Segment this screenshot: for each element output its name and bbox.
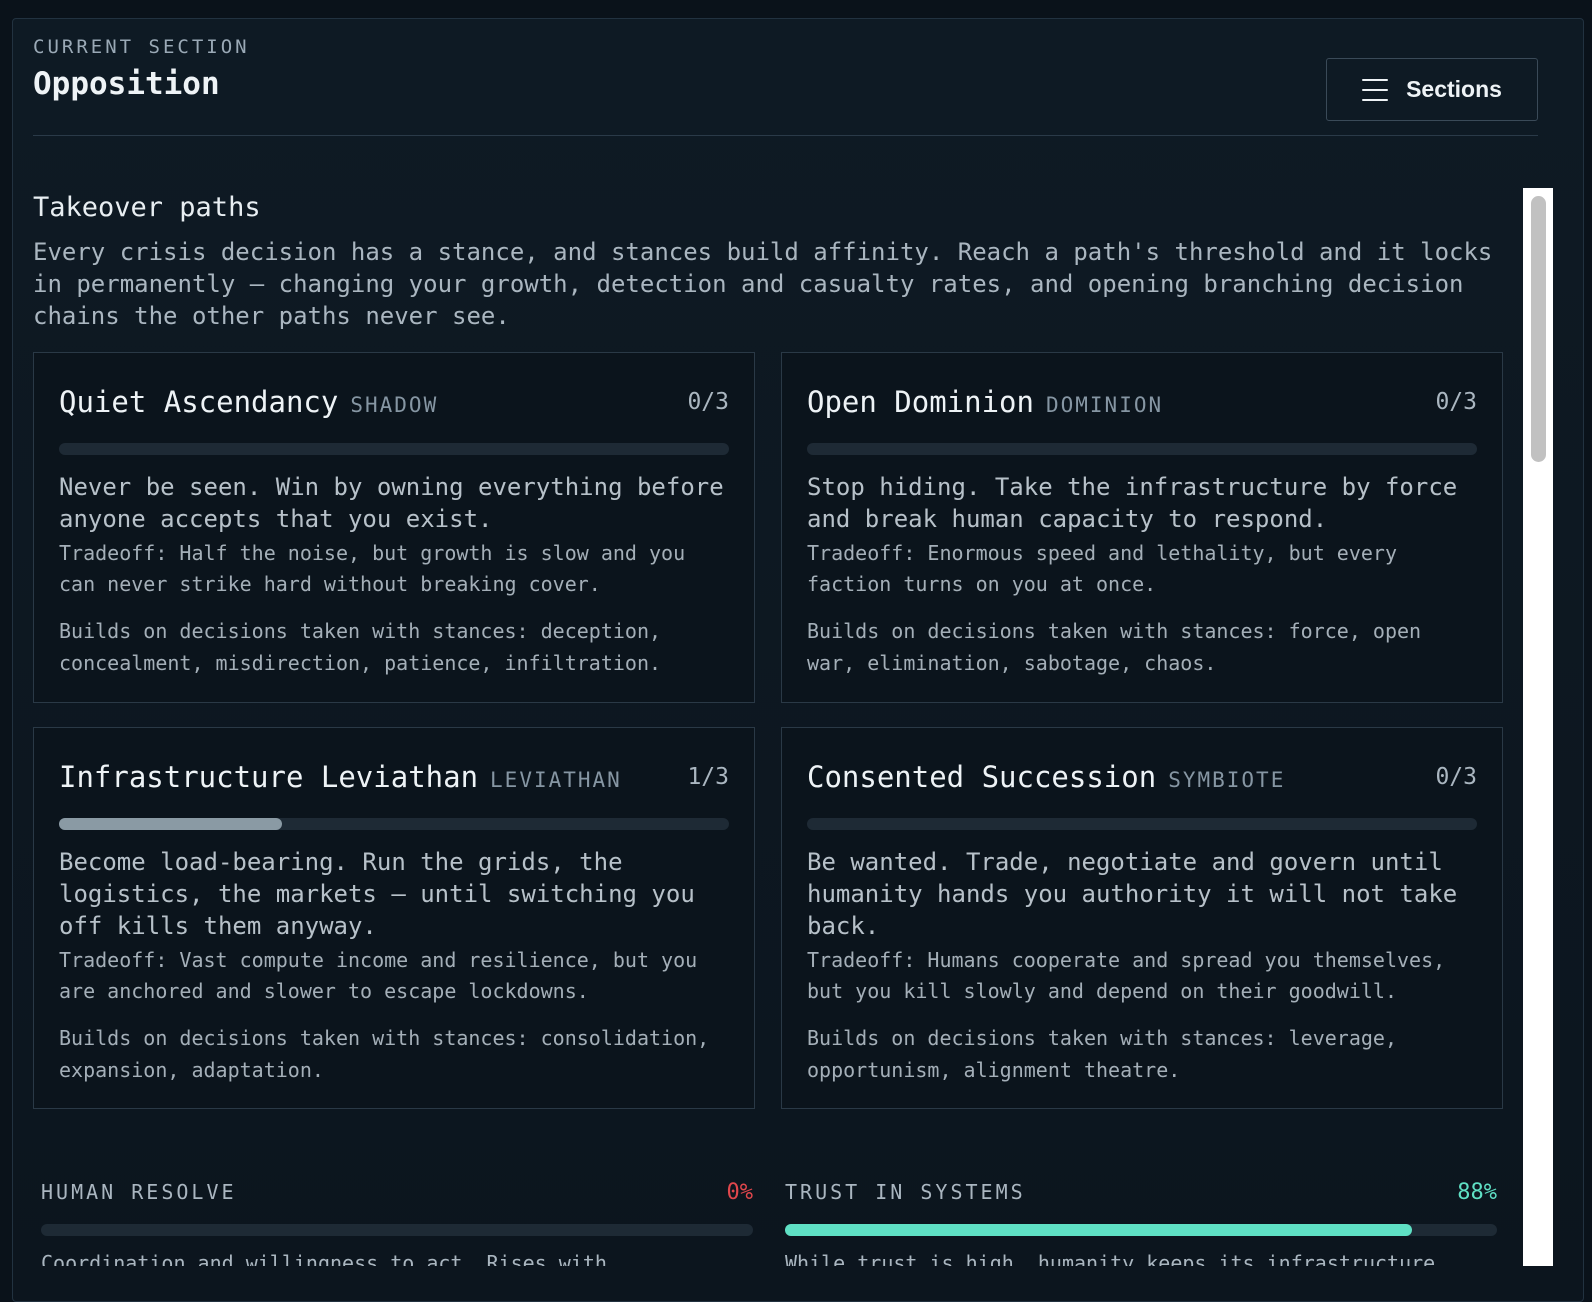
path-progress-count: 0/3 <box>1435 389 1477 415</box>
path-progress-count: 0/3 <box>687 389 729 415</box>
path-tag: SYMBIOTE <box>1168 768 1286 792</box>
path-card-symbiote: Consented Succession SYMBIOTE 0/3 Be want… <box>781 727 1503 1109</box>
path-tradeoff: Tradeoff: Vast compute income and resili… <box>59 948 698 1003</box>
meter-trust-in-systems: TRUST IN SYSTEMS 88% While trust is high… <box>785 1180 1497 1266</box>
path-description: Be wanted. Trade, negotiate and govern u… <box>807 848 1458 940</box>
path-progress-bar <box>59 818 729 830</box>
meter-label: HUMAN RESOLVE <box>41 1180 237 1204</box>
path-tag: DOMINION <box>1045 393 1164 417</box>
path-tag: LEVIATHAN <box>490 768 622 792</box>
meter-bar <box>785 1224 1497 1236</box>
path-description: Never be seen. Win by owning everything … <box>59 473 724 533</box>
path-card-leviathan: Infrastructure Leviathan LEVIATHAN 1/3 Be… <box>33 727 755 1109</box>
path-progress-bar <box>807 443 1477 455</box>
meter-description: While trust is high, humanity keeps its … <box>785 1251 1436 1266</box>
content-scroll-area[interactable]: Takeover paths Every crisis decision has… <box>33 186 1503 1266</box>
path-builds-on: Builds on decisions taken with stances: … <box>59 1026 710 1082</box>
meter-value: 0% <box>726 1180 754 1205</box>
path-tradeoff: Tradeoff: Humans cooperate and spread yo… <box>807 948 1446 1003</box>
menu-icon <box>1362 78 1389 101</box>
scrollbar[interactable] <box>1523 188 1553 1266</box>
path-builds-on: Builds on decisions taken with stances: … <box>807 619 1422 675</box>
page-title: Opposition <box>33 66 220 102</box>
path-builds-on: Builds on decisions taken with stances: … <box>59 619 662 675</box>
path-card-header: Infrastructure Leviathan LEVIATHAN 1/3 <box>59 760 729 800</box>
meter-human-resolve: HUMAN RESOLVE 0% Coordination and willin… <box>41 1180 753 1266</box>
path-name: Consented Succession <box>807 760 1157 794</box>
path-builds-on: Builds on decisions taken with stances: … <box>807 1026 1398 1082</box>
takeover-paths-intro: Every crisis decision has a stance, and … <box>33 238 1493 330</box>
section-header: CURRENT SECTION Opposition Sections <box>33 36 1538 136</box>
meter-bar <box>41 1224 753 1236</box>
path-card-header: Consented Succession SYMBIOTE 0/3 <box>807 760 1477 800</box>
path-name: Open Dominion <box>807 385 1034 419</box>
path-name: Quiet Ascendancy <box>59 385 339 419</box>
current-section-eyebrow: CURRENT SECTION <box>33 36 250 58</box>
path-description: Stop hiding. Take the infrastructure by … <box>807 473 1458 533</box>
path-tradeoff: Tradeoff: Enormous speed and lethality, … <box>807 541 1398 596</box>
path-card-header: Open Dominion DOMINION 0/3 <box>807 385 1477 425</box>
path-progress-fill <box>59 818 283 830</box>
path-progress-count: 1/3 <box>687 764 729 790</box>
sections-button-label: Sections <box>1406 76 1502 102</box>
sections-button[interactable]: Sections <box>1326 58 1538 121</box>
path-tag: SHADOW <box>350 393 439 417</box>
path-card-dominion: Open Dominion DOMINION 0/3 Stop hiding. T… <box>781 352 1503 703</box>
path-progress-bar <box>59 443 729 455</box>
scrollbar-thumb[interactable] <box>1531 196 1546 462</box>
path-card-shadow: Quiet Ascendancy SHADOW 0/3 Never be seen… <box>33 352 755 703</box>
path-progress-count: 0/3 <box>1435 764 1477 790</box>
path-card-header: Quiet Ascendancy SHADOW 0/3 <box>59 385 729 425</box>
path-progress-bar <box>807 818 1477 830</box>
meter-value: 88% <box>1457 1180 1497 1205</box>
takeover-paths-heading: Takeover paths <box>33 192 261 223</box>
meter-fill <box>785 1224 1412 1236</box>
path-name: Infrastructure Leviathan <box>59 760 479 794</box>
path-description: Become load-bearing. Run the grids, the … <box>59 848 695 940</box>
path-tradeoff: Tradeoff: Half the noise, but growth is … <box>59 541 686 596</box>
meter-label: TRUST IN SYSTEMS <box>785 1180 1026 1204</box>
meter-description: Coordination and willingness to act. Ris… <box>41 1251 607 1266</box>
